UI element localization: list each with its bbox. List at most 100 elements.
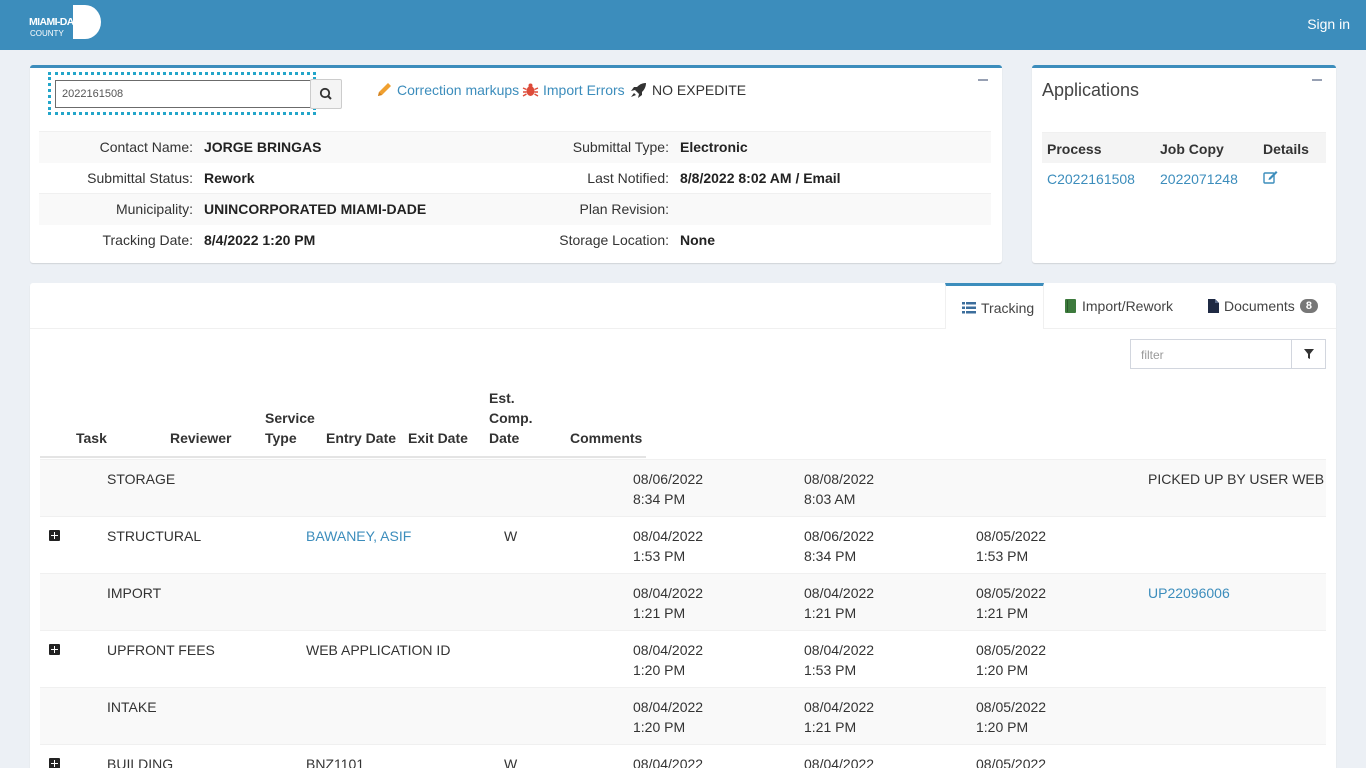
exit-date-column-header[interactable]: Exit Date bbox=[408, 428, 468, 448]
job-copy-column-header: Job Copy bbox=[1160, 141, 1224, 157]
submittal-status-value: Rework bbox=[204, 170, 255, 186]
process-link[interactable]: C2022161508 bbox=[1047, 171, 1135, 187]
tracking-date-label: Tracking Date: bbox=[102, 232, 193, 248]
est-comp-date-header-line2: Comp. bbox=[489, 410, 533, 426]
contact-name-value: JORGE BRINGAS bbox=[199, 131, 516, 163]
tab-documents[interactable]: Documents 8 bbox=[1208, 283, 1318, 329]
entry-time: 8:34 PM bbox=[633, 491, 686, 507]
expand-row-icon[interactable] bbox=[49, 644, 60, 655]
est-date: 08/05/2022 bbox=[976, 642, 1047, 658]
entry-date: 08/04/2022 bbox=[633, 699, 704, 715]
entry-date-cell: 08/04/2022 bbox=[633, 756, 704, 768]
est-comp-date-cell: 08/05/2022 1:53 PM bbox=[976, 526, 1046, 566]
est-time: 1:20 PM bbox=[976, 719, 1029, 735]
logo-text-top: MIAMI-DADE bbox=[29, 16, 88, 28]
comments-column-header[interactable]: Comments bbox=[570, 428, 642, 448]
comments-link[interactable]: UP22096006 bbox=[1148, 583, 1230, 603]
exit-date-cell: 08/08/2022 8:03 AM bbox=[804, 469, 874, 509]
edit-details-button[interactable] bbox=[1263, 170, 1278, 187]
search-icon bbox=[319, 87, 332, 100]
applications-title: Applications bbox=[1042, 80, 1140, 100]
search-button[interactable] bbox=[310, 79, 342, 109]
bug-icon bbox=[522, 83, 539, 97]
collapse-info-button[interactable] bbox=[978, 79, 988, 81]
task-cell: UPFRONT FEES bbox=[107, 642, 215, 658]
collapse-applications-button[interactable] bbox=[1312, 79, 1322, 81]
reviewer-column-header[interactable]: Reviewer bbox=[170, 428, 231, 448]
last-notified-value: 8/8/2022 8:02 AM / Email bbox=[680, 170, 841, 186]
service-type-column-header[interactable]: Service Type bbox=[265, 408, 315, 448]
search-focus-outline bbox=[48, 72, 316, 115]
est-time: 1:20 PM bbox=[976, 662, 1029, 678]
book-icon bbox=[1065, 299, 1076, 313]
tab-documents-label: Documents bbox=[1224, 298, 1295, 314]
table-row: IMPORT 08/04/2022 1:21 PM 08/04/2022 1:21 … bbox=[40, 573, 1326, 630]
reviewer-cell: BNZ1101 bbox=[306, 756, 365, 768]
expand-row-icon[interactable] bbox=[49, 530, 60, 541]
info-row: Submittal Status: Rework Last Notified: … bbox=[39, 162, 991, 193]
tracking-date-value: 8/4/2022 1:20 PM bbox=[204, 232, 316, 248]
filter-button[interactable] bbox=[1291, 339, 1326, 369]
info-row: Contact Name: JORGE BRINGAS Submittal Ty… bbox=[39, 131, 991, 163]
top-navbar: MIAMI-DADE COUNTY Sign in bbox=[0, 0, 1366, 50]
tab-tracking[interactable]: Tracking bbox=[945, 283, 1044, 329]
entry-date: 08/06/2022 bbox=[633, 471, 704, 487]
est-time: 1:21 PM bbox=[976, 605, 1029, 621]
applications-table-header: Process Job Copy Details bbox=[1042, 132, 1326, 163]
task-cell: INTAKE bbox=[107, 699, 157, 715]
entry-date-column-header[interactable]: Entry Date bbox=[326, 428, 396, 448]
last-notified-label: Last Notified: bbox=[587, 170, 669, 186]
municipality-label: Municipality: bbox=[39, 193, 199, 225]
plan-revision-value bbox=[675, 193, 991, 225]
applications-table-row: C2022161508 2022071248 bbox=[1042, 163, 1326, 194]
process-column-header: Process bbox=[1047, 141, 1102, 157]
process-number-input[interactable] bbox=[55, 80, 311, 108]
est-comp-date-header-line1: Est. bbox=[489, 390, 515, 406]
tab-tracking-label: Tracking bbox=[981, 299, 1035, 316]
job-copy-link[interactable]: 2022071248 bbox=[1160, 171, 1238, 187]
submittal-type-label: Submittal Type: bbox=[516, 131, 675, 163]
exit-date: 08/06/2022 bbox=[804, 528, 875, 544]
entry-date-cell: 08/04/2022 1:53 PM bbox=[633, 526, 703, 566]
pencil-icon bbox=[378, 83, 391, 96]
correction-markups-label: Correction markups bbox=[397, 82, 520, 98]
task-cell: BUILDING bbox=[107, 756, 174, 768]
edit-icon bbox=[1263, 171, 1278, 184]
task-column-header[interactable]: Task bbox=[76, 428, 107, 448]
list-icon bbox=[962, 301, 976, 313]
est-time: 1:53 PM bbox=[976, 548, 1029, 564]
tab-import-rework-label: Import/Rework bbox=[1082, 298, 1174, 314]
sign-in-link[interactable]: Sign in bbox=[1307, 16, 1350, 32]
import-errors-link[interactable]: Import Errors bbox=[522, 82, 625, 98]
entry-date: 08/04/2022 bbox=[633, 528, 704, 544]
entry-time: 1:20 PM bbox=[633, 662, 686, 678]
service-type-cell: W bbox=[504, 528, 518, 544]
miami-dade-logo[interactable]: MIAMI-DADE COUNTY bbox=[29, 5, 103, 39]
est-comp-date-cell: 08/05/2022 1:20 PM bbox=[976, 640, 1046, 680]
comments-cell: PICKED UP BY USER WEB bbox=[1148, 471, 1325, 487]
exit-date: 08/04/2022 bbox=[804, 699, 875, 715]
est-comp-date-column-header[interactable]: Est. Comp. Date bbox=[489, 388, 533, 448]
est-comp-date-header-line3: Date bbox=[489, 430, 520, 446]
reviewer-link[interactable]: BAWANEY, ASIF bbox=[306, 526, 411, 546]
est-comp-date-cell: 08/05/2022 1:21 PM bbox=[976, 583, 1046, 623]
expand-row-icon[interactable] bbox=[49, 758, 60, 768]
exit-time: 1:53 PM bbox=[804, 662, 857, 678]
correction-markups-link[interactable]: Correction markups bbox=[376, 82, 519, 98]
entry-time: 1:21 PM bbox=[633, 605, 686, 621]
table-row: STRUCTURAL BAWANEY, ASIF W 08/04/2022 1:5… bbox=[40, 516, 1326, 573]
exit-time: 1:21 PM bbox=[804, 719, 857, 735]
exit-date: 08/08/2022 bbox=[804, 471, 875, 487]
entry-time: 1:20 PM bbox=[633, 719, 686, 735]
applications-panel: Applications Process Job Copy Details C2… bbox=[1032, 65, 1336, 263]
est-comp-date-cell: 08/05/2022 bbox=[976, 756, 1047, 768]
exit-date-cell: 08/04/2022 1:21 PM bbox=[804, 697, 874, 737]
submittal-status-label: Submittal Status: bbox=[87, 170, 193, 186]
est-date: 08/05/2022 bbox=[976, 528, 1047, 544]
task-cell: STRUCTURAL bbox=[107, 528, 202, 544]
filter-input[interactable]: filter bbox=[1130, 339, 1292, 369]
tab-import-rework[interactable]: Import/Rework bbox=[1065, 283, 1173, 329]
task-cell: STORAGE bbox=[107, 471, 176, 487]
exit-date: 08/04/2022 bbox=[804, 642, 875, 658]
entry-date-cell: 08/04/2022 1:20 PM bbox=[633, 697, 703, 737]
